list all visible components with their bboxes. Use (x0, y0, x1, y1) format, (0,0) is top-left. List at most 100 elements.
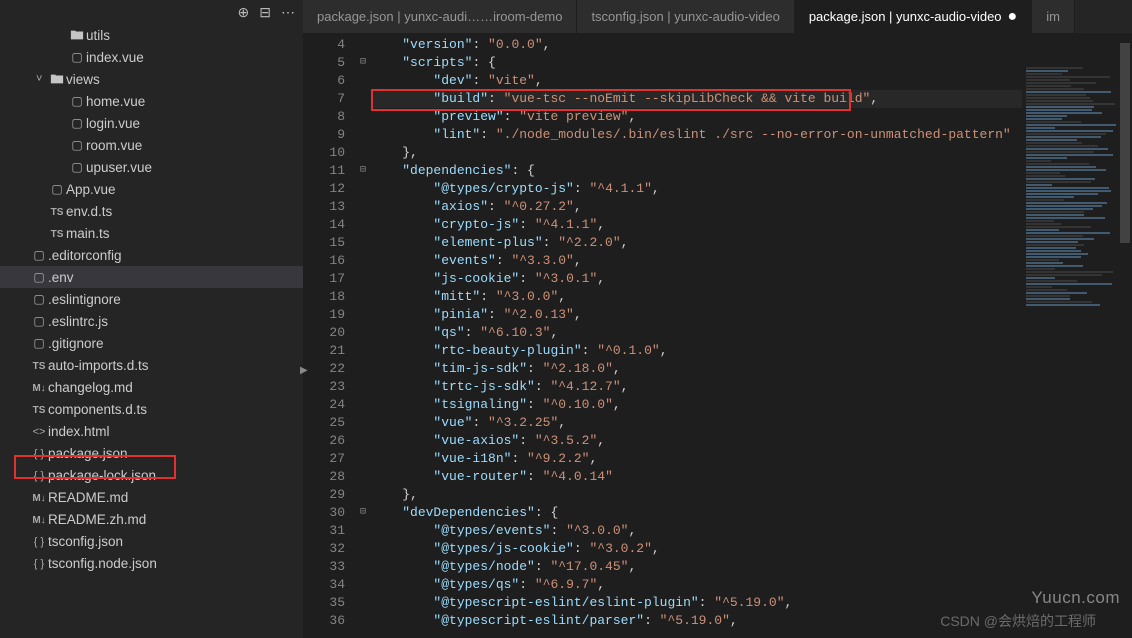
code-line-18[interactable]: "mitt": "^3.0.0", (371, 288, 1132, 306)
fold-toggle[interactable] (355, 306, 371, 324)
file-explorer[interactable]: ⊕ ⊟ ⋯ utils▢index.vue˅views▢home.vue▢log… (0, 0, 303, 638)
fold-toggle[interactable] (355, 360, 371, 378)
tree-item-components-d-ts[interactable]: TScomponents.d.ts (0, 398, 303, 420)
tree-item-room-vue[interactable]: ▢room.vue (0, 134, 303, 156)
code-line-25[interactable]: "vue": "^3.2.25", (371, 414, 1132, 432)
tab-3[interactable]: im (1032, 0, 1075, 33)
fold-toggle[interactable]: ⊟ (355, 54, 371, 72)
tree-item--gitignore[interactable]: ▢.gitignore (0, 332, 303, 354)
fold-toggle[interactable] (355, 612, 371, 630)
code-line-32[interactable]: "@types/js-cookie": "^3.0.2", (371, 540, 1132, 558)
code-line-15[interactable]: "element-plus": "^2.2.0", (371, 234, 1132, 252)
code-line-23[interactable]: "trtc-js-sdk": "^4.12.7", (371, 378, 1132, 396)
fold-toggle[interactable] (355, 468, 371, 486)
editor-tabs[interactable]: package.json | yunxc-audi……iroom-demotsc… (303, 0, 1132, 33)
fold-toggle[interactable] (355, 216, 371, 234)
fold-toggle[interactable] (355, 558, 371, 576)
fold-toggle[interactable] (355, 270, 371, 288)
tree-item-readme-zh-md[interactable]: M↓README.zh.md (0, 508, 303, 530)
fold-toggle[interactable]: ⊟ (355, 504, 371, 522)
code-line-28[interactable]: "vue-router": "^4.0.14" (371, 468, 1132, 486)
tree-item-tsconfig-node-json[interactable]: { }tsconfig.node.json (0, 552, 303, 574)
fold-toggle[interactable] (355, 108, 371, 126)
code-line-11[interactable]: "dependencies": { (371, 162, 1132, 180)
tree-item-utils[interactable]: utils (0, 24, 303, 46)
fold-toggle[interactable] (355, 450, 371, 468)
code-line-20[interactable]: "qs": "^6.10.3", (371, 324, 1132, 342)
code-line-17[interactable]: "js-cookie": "^3.0.1", (371, 270, 1132, 288)
fold-toggle[interactable] (355, 180, 371, 198)
code-editor[interactable]: 4567891011121314151617181920212223242526… (303, 33, 1132, 638)
code-line-19[interactable]: "pinia": "^2.0.13", (371, 306, 1132, 324)
code-line-36[interactable]: "@typescript-eslint/parser": "^5.19.0", (371, 612, 1132, 630)
tree-item-app-vue[interactable]: ▢App.vue (0, 178, 303, 200)
code-line-34[interactable]: "@types/qs": "^6.9.7", (371, 576, 1132, 594)
code-line-22[interactable]: "tim-js-sdk": "^2.18.0", (371, 360, 1132, 378)
scrollbar-vertical[interactable] (1118, 33, 1132, 638)
tab-1[interactable]: tsconfig.json | yunxc-audio-video (577, 0, 794, 33)
tree-item-login-vue[interactable]: ▢login.vue (0, 112, 303, 134)
code-line-31[interactable]: "@types/events": "^3.0.0", (371, 522, 1132, 540)
fold-toggle[interactable] (355, 576, 371, 594)
code-line-26[interactable]: "vue-axios": "^3.5.2", (371, 432, 1132, 450)
tree-item-tsconfig-json[interactable]: { }tsconfig.json (0, 530, 303, 552)
code-line-6[interactable]: "dev": "vite", (371, 72, 1132, 90)
code-line-29[interactable]: }, (371, 486, 1132, 504)
more-icon[interactable]: ⋯ (281, 4, 295, 21)
code-line-35[interactable]: "@typescript-eslint/eslint-plugin": "^5.… (371, 594, 1132, 612)
tab-2[interactable]: package.json | yunxc-audio-video● (795, 0, 1032, 33)
minimap[interactable] (1022, 66, 1132, 638)
tree-item-index-vue[interactable]: ▢index.vue (0, 46, 303, 68)
tree-item--eslintignore[interactable]: ▢.eslintignore (0, 288, 303, 310)
fold-toggle[interactable] (355, 90, 371, 108)
fold-column[interactable]: ⊟ ⊟ ⊟ (355, 33, 371, 638)
fold-toggle[interactable] (355, 144, 371, 162)
fold-toggle[interactable] (355, 594, 371, 612)
tree-item-changelog-md[interactable]: M↓changelog.md (0, 376, 303, 398)
fold-toggle[interactable] (355, 342, 371, 360)
code-line-7[interactable]: "build": "vue-tsc --noEmit --skipLibChec… (371, 90, 1132, 108)
tree-item--editorconfig[interactable]: ▢.editorconfig (0, 244, 303, 266)
code-line-4[interactable]: "version": "0.0.0", (371, 36, 1132, 54)
code-line-8[interactable]: "preview": "vite preview", (371, 108, 1132, 126)
tree-item-readme-md[interactable]: M↓README.md (0, 486, 303, 508)
code-line-27[interactable]: "vue-i18n": "^9.2.2", (371, 450, 1132, 468)
code-line-14[interactable]: "crypto-js": "^4.1.1", (371, 216, 1132, 234)
fold-toggle[interactable] (355, 72, 371, 90)
tree-item-index-html[interactable]: <>index.html (0, 420, 303, 442)
tree-item-main-ts[interactable]: TSmain.ts (0, 222, 303, 244)
fold-toggle[interactable] (355, 522, 371, 540)
fold-toggle[interactable] (355, 198, 371, 216)
fold-toggle[interactable]: ⊟ (355, 162, 371, 180)
code-line-9[interactable]: "lint": "./node_modules/.bin/eslint ./sr… (371, 126, 1132, 144)
tree-item-upuser-vue[interactable]: ▢upuser.vue (0, 156, 303, 178)
tree-item--env[interactable]: ▢.env (0, 266, 303, 288)
fold-toggle[interactable] (355, 234, 371, 252)
code-line-33[interactable]: "@types/node": "^17.0.45", (371, 558, 1132, 576)
tree-item-auto-imports-d-ts[interactable]: TSauto-imports.d.ts (0, 354, 303, 376)
code-line-12[interactable]: "@types/crypto-js": "^4.1.1", (371, 180, 1132, 198)
collapse-icon[interactable]: ⊟ (259, 4, 271, 21)
tree-item-home-vue[interactable]: ▢home.vue (0, 90, 303, 112)
fold-toggle[interactable] (355, 324, 371, 342)
fold-toggle[interactable] (355, 486, 371, 504)
fold-toggle[interactable] (355, 396, 371, 414)
fold-toggle[interactable] (355, 414, 371, 432)
fold-toggle[interactable] (355, 288, 371, 306)
fold-toggle[interactable] (355, 540, 371, 558)
code-line-13[interactable]: "axios": "^0.27.2", (371, 198, 1132, 216)
code-line-5[interactable]: "scripts": { (371, 54, 1132, 72)
fold-toggle[interactable] (355, 432, 371, 450)
code-line-30[interactable]: "devDependencies": { (371, 504, 1132, 522)
fold-toggle[interactable] (355, 252, 371, 270)
code-line-10[interactable]: }, (371, 144, 1132, 162)
code-line-21[interactable]: "rtc-beauty-plugin": "^0.1.0", (371, 342, 1132, 360)
code-line-24[interactable]: "tsignaling": "^0.10.0", (371, 396, 1132, 414)
tree-item-env-d-ts[interactable]: TSenv.d.ts (0, 200, 303, 222)
tree-item-views[interactable]: ˅views (0, 68, 303, 90)
new-file-icon[interactable]: ⊕ (238, 4, 250, 21)
tree-item--eslintrc-js[interactable]: ▢.eslintrc.js (0, 310, 303, 332)
tab-0[interactable]: package.json | yunxc-audi……iroom-demo (303, 0, 577, 33)
fold-toggle[interactable] (355, 126, 371, 144)
fold-toggle[interactable] (355, 378, 371, 396)
